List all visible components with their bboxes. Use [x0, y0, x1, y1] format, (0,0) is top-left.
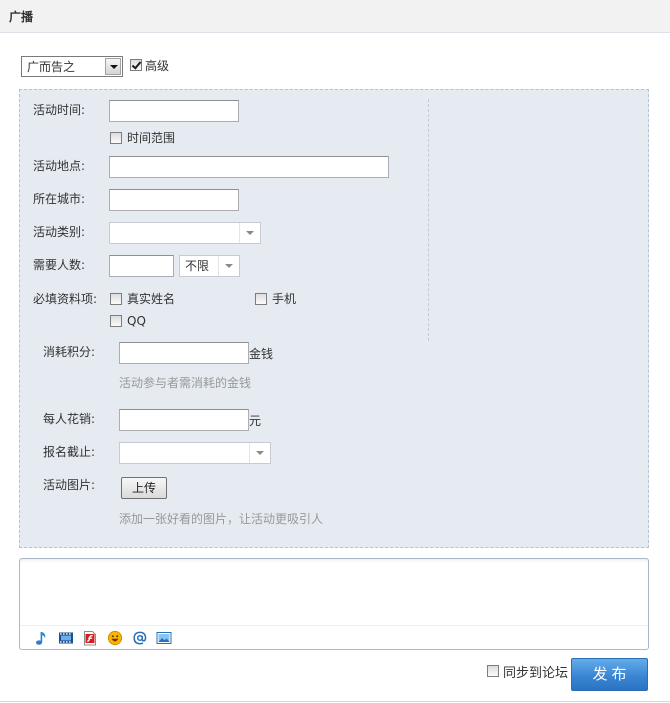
image-icon[interactable]	[156, 630, 172, 646]
city-label: 所在城市:	[33, 192, 86, 206]
music-icon[interactable]	[33, 630, 49, 646]
time-label: 活动时间:	[33, 103, 86, 117]
editor-toolbar	[20, 625, 648, 649]
publish-button[interactable]: 发布	[571, 658, 648, 691]
credits-label: 消耗积分:	[43, 345, 96, 359]
chevron-down-icon	[218, 256, 239, 276]
at-icon[interactable]	[132, 630, 148, 646]
qq-label: QQ	[127, 314, 146, 328]
image-label: 活动图片:	[43, 478, 96, 492]
phone-checkbox[interactable]	[255, 293, 267, 305]
people-limit-selected: 不限	[185, 259, 210, 273]
credits-hint: 活动参与者需消耗的金钱	[119, 376, 252, 390]
emoticon-icon[interactable]	[107, 630, 123, 646]
credits-unit: 金钱	[249, 347, 274, 361]
message-textarea[interactable]	[20, 562, 648, 624]
page-title: 广播	[9, 10, 34, 24]
deadline-label: 报名截止:	[43, 445, 96, 459]
time-input[interactable]	[109, 100, 239, 122]
video-icon[interactable]	[58, 630, 74, 646]
people-input[interactable]	[109, 255, 174, 277]
sync-forum-label: 同步到论坛	[503, 666, 569, 681]
credits-input[interactable]	[119, 342, 249, 364]
city-input[interactable]	[109, 189, 239, 211]
header-bar: 广播	[0, 0, 670, 33]
time-range-checkbox[interactable]	[110, 132, 122, 144]
chevron-down-icon	[105, 58, 121, 75]
required-info-label: 必填资料项:	[33, 292, 98, 306]
cost-label: 每人花销:	[43, 412, 96, 426]
chevron-down-icon	[239, 223, 260, 243]
flash-icon[interactable]	[82, 630, 98, 646]
people-limit-select[interactable]: 不限	[179, 255, 240, 277]
chevron-down-icon	[249, 443, 270, 463]
advanced-label: 高级	[145, 59, 170, 73]
bottom-divider	[0, 701, 670, 702]
category-label: 活动类别:	[33, 225, 86, 239]
sync-forum-checkbox[interactable]	[487, 665, 499, 677]
place-label: 活动地点:	[33, 159, 86, 173]
deadline-select[interactable]	[119, 442, 271, 464]
image-hint: 添加一张好看的图片，让活动更吸引人	[119, 512, 324, 526]
qq-checkbox[interactable]	[110, 315, 122, 327]
place-input[interactable]	[109, 156, 389, 178]
people-label: 需要人数:	[33, 258, 86, 272]
cost-unit: 元	[249, 414, 262, 428]
cost-input[interactable]	[119, 409, 249, 431]
post-type-selected: 广而告之	[27, 60, 76, 74]
upload-button[interactable]: 上传	[121, 477, 167, 499]
post-type-select[interactable]: 广而告之	[21, 56, 123, 77]
real-name-label: 真实姓名	[127, 292, 176, 306]
category-select[interactable]	[109, 222, 261, 244]
page: 广播 广而告之 高级 活动时间: 时间范围 活动地点: 所在城市: 活动类别: …	[0, 0, 670, 703]
panel-divider	[428, 99, 429, 341]
message-editor	[19, 558, 649, 650]
real-name-checkbox[interactable]	[110, 293, 122, 305]
advanced-checkbox[interactable]	[130, 59, 142, 71]
time-range-label: 时间范围	[127, 131, 176, 145]
phone-label: 手机	[272, 292, 297, 306]
